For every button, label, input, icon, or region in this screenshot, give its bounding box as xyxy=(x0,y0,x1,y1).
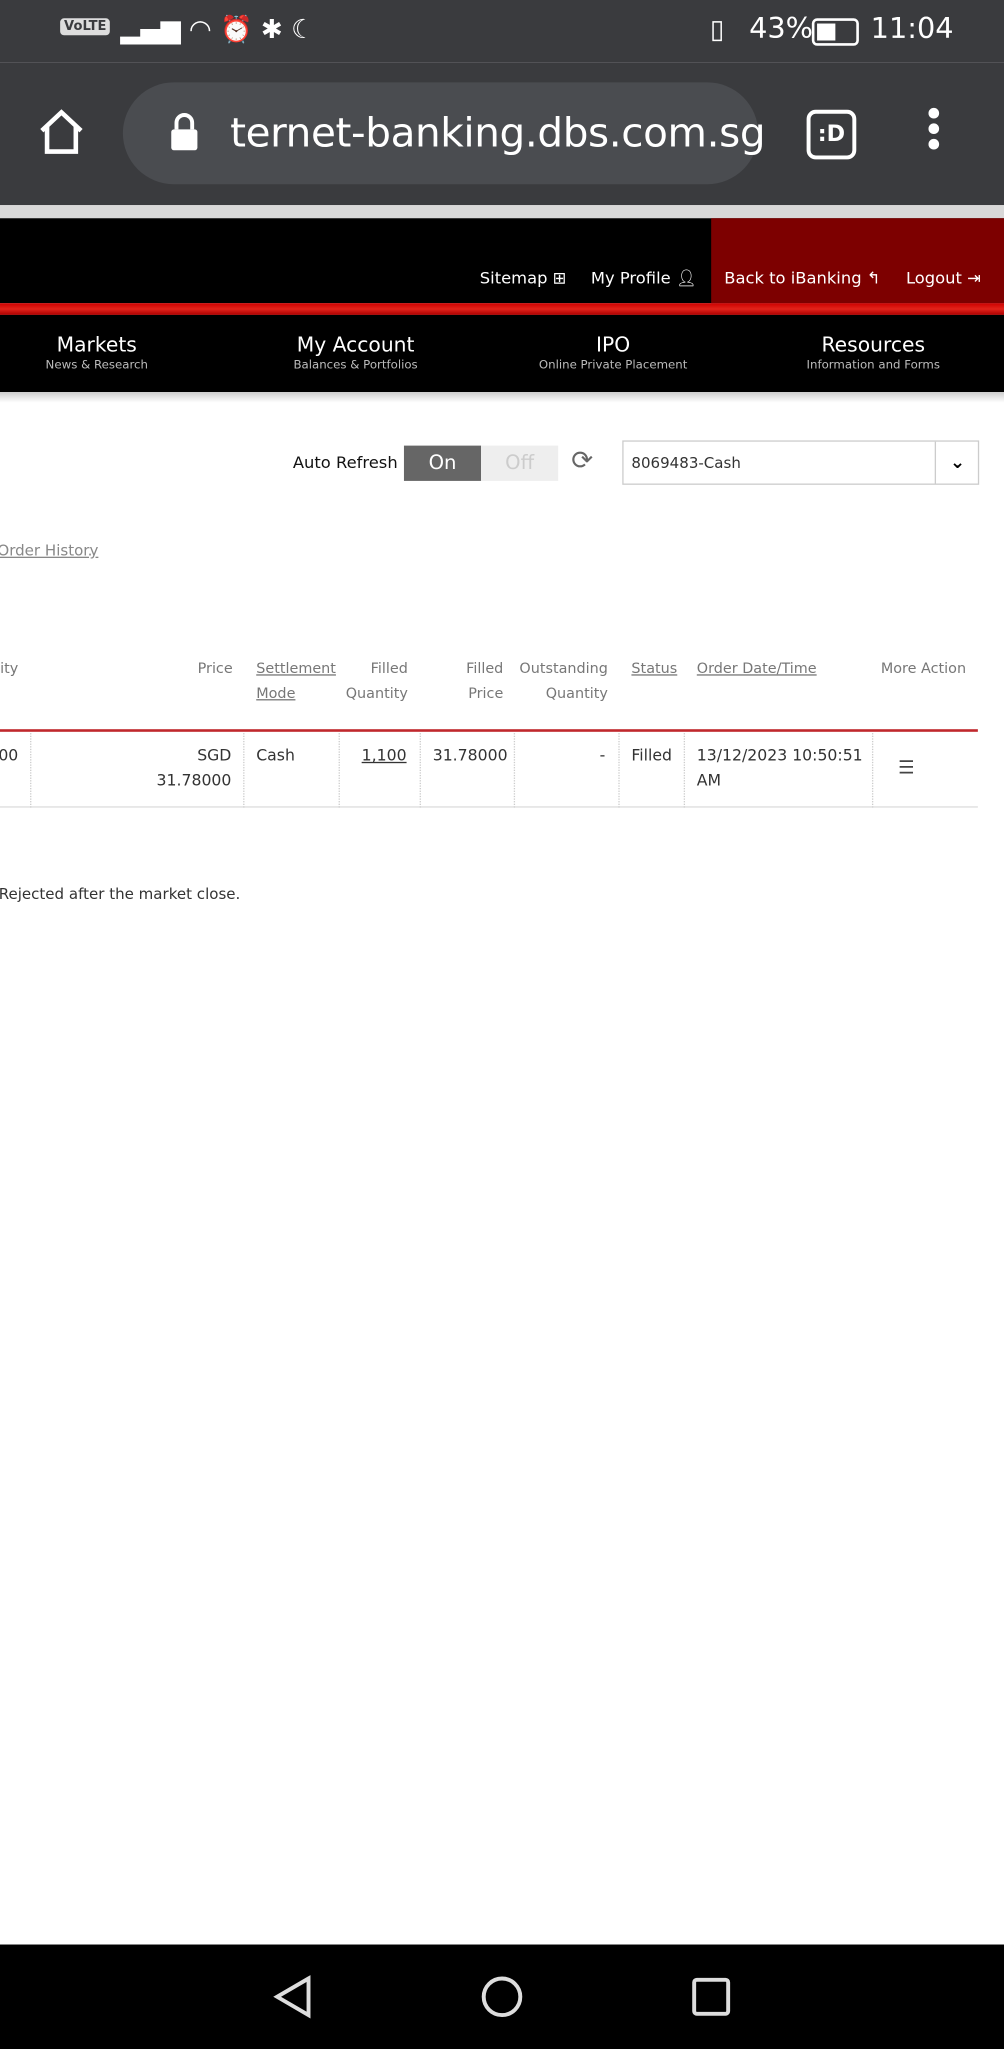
h1: Outstanding xyxy=(519,659,608,677)
header-filled-price: Filled Price xyxy=(466,656,503,706)
battery-percent: 43% xyxy=(749,13,814,46)
header-status[interactable]: Status xyxy=(631,656,677,681)
h2: Quantity xyxy=(545,684,608,702)
back-to-ibanking-link[interactable]: Back to iBanking ↰ xyxy=(724,268,880,288)
col-divider xyxy=(513,733,516,808)
cell-outstanding: - xyxy=(599,746,606,765)
my-profile-label: My Profile xyxy=(590,267,671,288)
header-settlement-mode[interactable]: Settlement Mode xyxy=(256,656,336,706)
h2: Mode xyxy=(256,684,296,702)
header-divider xyxy=(0,729,978,732)
auto-refresh-label: Auto Refresh xyxy=(292,452,398,472)
nav-title: My Account xyxy=(296,333,415,357)
header-price: Price xyxy=(197,659,233,677)
h1: Settlement xyxy=(256,659,336,677)
h1: Filled xyxy=(466,659,504,677)
h1: Filled xyxy=(370,659,408,677)
tab-switcher-button[interactable]: :D xyxy=(806,109,857,160)
period: . xyxy=(87,541,93,560)
col-divider xyxy=(243,733,245,808)
account-select[interactable]: 8069483-Cash ⌄ xyxy=(622,440,980,485)
auto-refresh-off-toggle[interactable]: Off xyxy=(481,445,559,481)
h2: Price xyxy=(468,684,504,702)
android-nav-bar xyxy=(0,1944,1004,2049)
cell-settlement: Cash xyxy=(256,746,295,765)
nav-resources[interactable]: Resources Information and Forms xyxy=(756,333,991,372)
home-icon[interactable] xyxy=(37,107,87,157)
clock: 11:04 xyxy=(870,13,954,46)
cell-filled-quantity-link[interactable]: 1,100 xyxy=(362,744,407,769)
home-circle-icon[interactable] xyxy=(478,1973,525,2020)
nav-title: IPO xyxy=(596,333,631,357)
divider xyxy=(0,205,1004,219)
back-icon[interactable] xyxy=(269,1973,316,2020)
sitemap-link[interactable]: Sitemap ⊞ xyxy=(480,268,567,288)
cell-order-date: 13/12/2023 10:50:51 AM xyxy=(697,744,863,794)
battery-icon xyxy=(811,18,859,46)
ampm: AM xyxy=(696,771,722,790)
logout-label: Logout xyxy=(905,267,962,288)
price: 31.78000 xyxy=(156,771,232,790)
order-history-link[interactable]: Order History xyxy=(0,541,98,559)
status-bar: VoLTE ▂▄▆ ◠ ⏰ ✱ ☾ ▯ 43% 11:04 xyxy=(0,0,1004,63)
cell-price: SGD 31.78000 xyxy=(157,744,232,794)
divider xyxy=(0,392,1004,403)
header-filled-quantity: Filled Quantity xyxy=(346,656,408,706)
nav-title: Markets xyxy=(56,333,137,357)
refresh-icon[interactable]: ⟳ xyxy=(571,444,593,475)
header-outstanding-quantity: Outstanding Quantity xyxy=(519,656,608,706)
row-divider xyxy=(0,806,978,808)
nav-subtitle: Balances & Portfolios xyxy=(293,359,418,373)
col-divider xyxy=(683,733,686,808)
header-more-action: More Action xyxy=(880,659,967,677)
note-text: Rejected after the market close. xyxy=(0,884,241,903)
auto-refresh-on-toggle[interactable]: On xyxy=(403,445,482,481)
cell-filled-price: 31.78000 xyxy=(432,746,508,765)
header-red-panel xyxy=(711,218,1004,304)
menu-kebab-icon[interactable]: • • • xyxy=(923,96,945,164)
logout-link[interactable]: Logout ⇥ xyxy=(906,268,981,288)
nav-subtitle: Information and Forms xyxy=(806,359,941,373)
account-value: 8069483-Cash xyxy=(631,453,741,472)
reply-icon: ↰ xyxy=(866,267,881,288)
lock-icon xyxy=(171,113,198,151)
my-profile-link[interactable]: My Profile 👤︎ xyxy=(591,268,697,289)
col-divider xyxy=(419,733,421,808)
volte-badge: VoLTE xyxy=(60,18,111,36)
nav-title: Resources xyxy=(821,333,926,357)
chevron-down-icon[interactable]: ⌄ xyxy=(934,441,979,484)
logout-icon: ⇥ xyxy=(967,267,981,288)
sitemap-label: Sitemap xyxy=(479,267,548,288)
red-divider xyxy=(0,303,1004,315)
nav-subtitle: Online Private Placement xyxy=(538,359,688,373)
nav-subtitle: News & Research xyxy=(45,359,148,373)
date: 13/12/2023 10:50:51 xyxy=(696,746,863,765)
cell-quantity: 00 xyxy=(0,746,19,765)
nav-ipo[interactable]: IPO Online Private Placement xyxy=(495,333,730,372)
col-divider xyxy=(30,733,32,808)
more-action-list-icon[interactable]: ☰ xyxy=(898,758,914,779)
url-text[interactable]: ternet-banking.dbs.com.sg xyxy=(230,110,765,157)
sitemap-icon: ⊞ xyxy=(552,267,567,288)
currency: SGD xyxy=(197,746,232,765)
nav-my-account[interactable]: My Account Balances & Portfolios xyxy=(238,333,473,372)
user-icon: 👤︎ xyxy=(675,267,697,288)
signal-wifi-alarm-bt-moon-icons: ▂▄▆ ◠ ⏰ ✱ ☾ xyxy=(120,13,315,45)
h2: Quantity xyxy=(345,684,408,702)
recents-icon[interactable] xyxy=(688,1973,735,2020)
col-divider xyxy=(871,733,874,808)
nav-markets[interactable]: Markets News & Research xyxy=(0,333,214,372)
vibrate-icon: ▯ xyxy=(709,13,725,45)
col-divider xyxy=(618,733,620,808)
col-divider xyxy=(338,733,340,808)
header-quantity: tity xyxy=(0,659,19,677)
cell-status: Filled xyxy=(631,746,672,765)
back-label: Back to iBanking xyxy=(724,267,862,288)
header-order-date-time[interactable]: Order Date/Time xyxy=(697,656,817,681)
